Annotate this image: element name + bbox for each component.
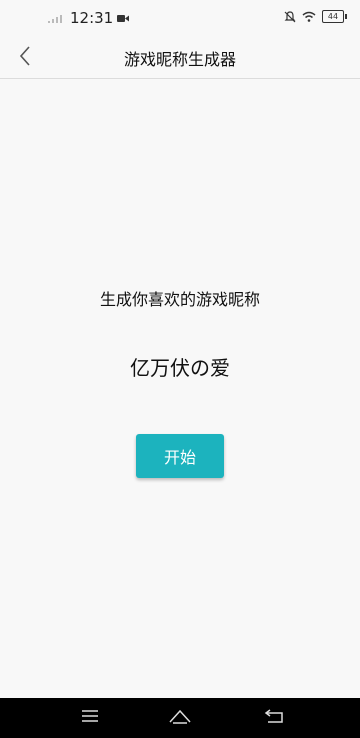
status-left: 12:31 <box>48 9 130 27</box>
start-button[interactable]: 开始 <box>136 434 224 478</box>
menu-icon <box>82 710 98 722</box>
signal-icon <box>48 15 62 23</box>
back-nav-button[interactable] <box>264 708 288 728</box>
page-title: 游戏昵称生成器 <box>123 50 236 69</box>
home-icon <box>169 709 191 724</box>
battery-icon: 44 <box>322 10 347 23</box>
back-icon <box>264 709 283 723</box>
navigation-bar <box>0 698 360 738</box>
status-right: 44 <box>284 10 347 23</box>
toolbar: 游戏昵称生成器 <box>0 34 360 79</box>
status-bar: 12:31 44 <box>0 0 360 34</box>
video-icon <box>117 14 130 22</box>
menu-button[interactable] <box>80 708 104 728</box>
home-button[interactable] <box>168 708 192 728</box>
wifi-icon <box>302 11 316 22</box>
notification-off-icon <box>284 10 296 22</box>
generated-nickname: 亿万伏の爱 <box>130 356 230 380</box>
prompt-text: 生成你喜欢的游戏昵称 <box>99 290 260 309</box>
status-time: 12:31 <box>70 9 114 27</box>
